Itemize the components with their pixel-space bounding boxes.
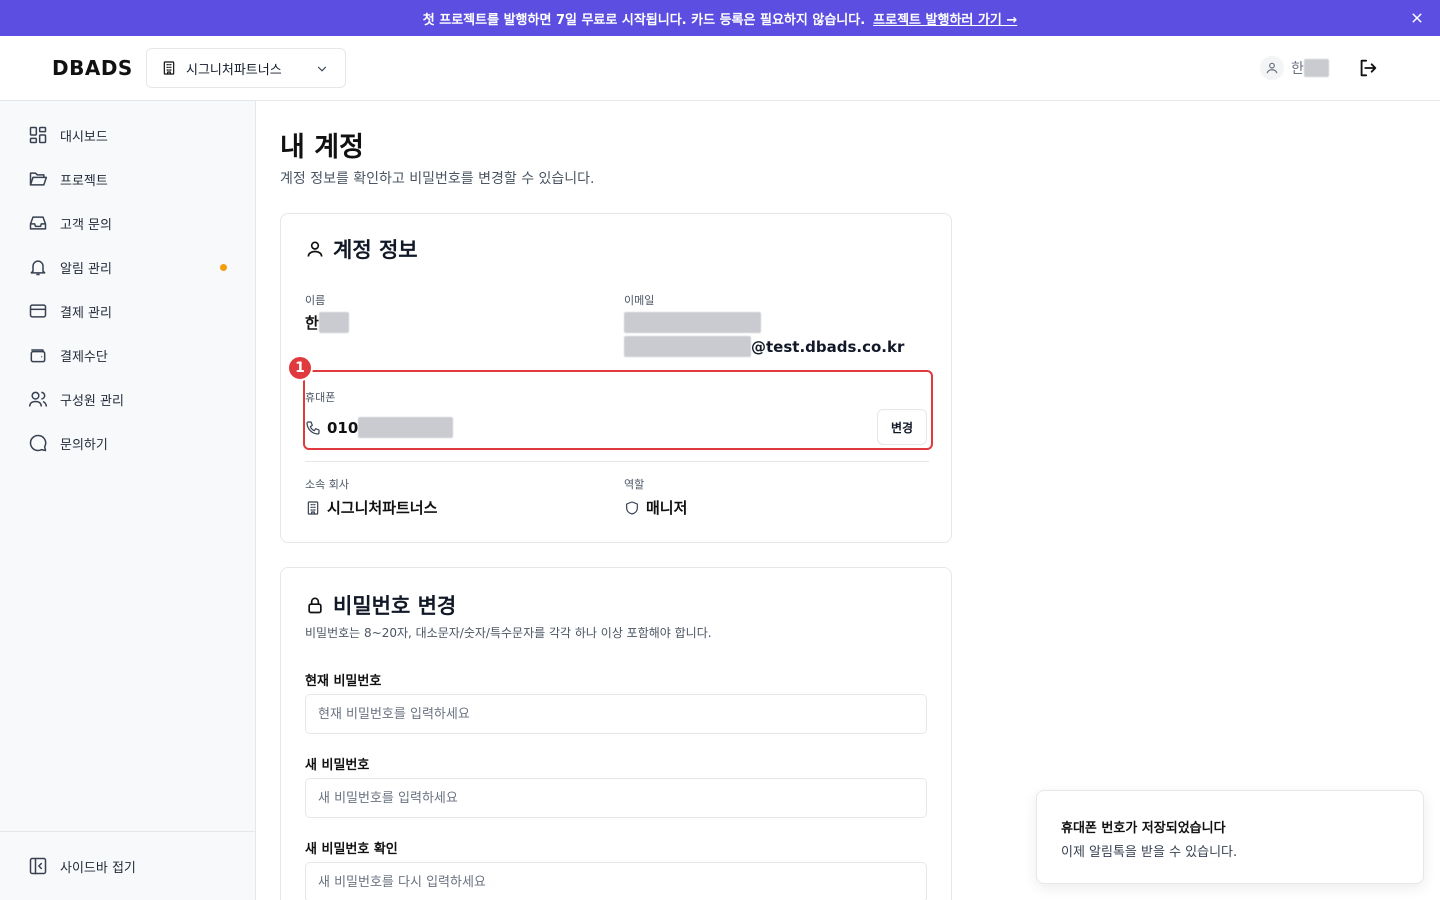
phone-icon: [306, 420, 320, 435]
sidebar-collapse-icon: [29, 857, 47, 875]
role-value: 매니저: [624, 497, 687, 518]
account-info-card: 계정 정보 이름 한 이메일 @test.dbads.co.kr 1 휴대폰 0…: [280, 213, 952, 543]
phone-value: 010: [305, 417, 454, 438]
sidebar-item-label: 대시보드: [60, 129, 108, 145]
new-password-input[interactable]: [305, 778, 927, 818]
company-select[interactable]: 시그니처파트너스: [146, 48, 346, 88]
page-title: 내 계정: [280, 132, 364, 163]
banner-text: 첫 프로젝트를 발행하면 7일 무료로 시작됩니다. 카드 등록은 필요하지 않…: [422, 12, 866, 28]
sidebar-item-billing[interactable]: 결제 관리: [28, 299, 238, 323]
confirm-password-input[interactable]: [305, 862, 927, 900]
avatar: [1260, 56, 1284, 80]
name-value-text: 한: [305, 314, 319, 332]
sidebar-item-label: 문의하기: [60, 437, 108, 453]
sidebar-item-label: 결제 관리: [60, 305, 112, 321]
sidebar-collapse-label: 사이드바 접기: [60, 860, 136, 876]
sidebar-item-payment-methods[interactable]: 결제수단: [28, 343, 238, 367]
toast-description: 이제 알림톡을 받을 수 있습니다.: [1061, 845, 1238, 860]
company-select-value: 시그니처파트너스: [186, 62, 282, 78]
shield-icon: [626, 500, 638, 515]
notification-dot: [220, 264, 227, 271]
redacted-phone: [358, 417, 454, 438]
new-password-label: 새 비밀번호: [305, 758, 370, 773]
user-icon: [1266, 62, 1278, 74]
current-password-input[interactable]: [305, 694, 927, 734]
sidebar: 대시보드 프로젝트 고객 문의 알림 관리 결제 관리 결제수단 구성원 관리 …: [0, 101, 256, 900]
account-info-title-text: 계정 정보: [333, 238, 418, 262]
redacted-email-line1: [624, 312, 761, 333]
password-change-card: 비밀번호 변경 비밀번호는 8~20자, 대소문자/숫자/특수문자를 각각 하나…: [280, 567, 952, 900]
password-rules: 비밀번호는 8~20자, 대소문자/숫자/특수문자를 각각 하나 이상 포함해야…: [305, 626, 712, 640]
password-change-title-text: 비밀번호 변경: [333, 594, 457, 618]
role-value-text: 매니저: [646, 499, 688, 517]
current-password-label: 현재 비밀번호: [305, 674, 382, 689]
user-name-text: 한: [1291, 61, 1304, 77]
sidebar-item-members[interactable]: 구성원 관리: [28, 387, 238, 411]
change-phone-button[interactable]: 변경: [877, 409, 927, 445]
toast-title: 휴대폰 번호가 저장되었습니다: [1061, 821, 1226, 836]
app-logo[interactable]: DBADS: [52, 56, 133, 80]
user-menu[interactable]: 한: [1260, 56, 1329, 80]
company-value-text: 시그니처파트너스: [327, 499, 438, 517]
sidebar-item-contact[interactable]: 문의하기: [28, 431, 238, 455]
promo-banner: 첫 프로젝트를 발행하면 7일 무료로 시작됩니다. 카드 등록은 필요하지 않…: [0, 0, 1440, 36]
user-icon: [307, 241, 323, 257]
main-content: 내 계정 계정 정보를 확인하고 비밀번호를 변경할 수 있습니다. 계정 정보…: [256, 101, 1440, 900]
email-label: 이메일: [624, 294, 655, 307]
lock-icon: [308, 597, 322, 614]
step-badge: 1: [287, 355, 313, 381]
sidebar-item-label: 고객 문의: [60, 217, 112, 233]
confirm-password-label: 새 비밀번호 확인: [305, 842, 398, 857]
company-label: 소속 회사: [305, 478, 349, 491]
building-icon: [163, 61, 175, 75]
sidebar-item-label: 프로젝트: [60, 173, 108, 189]
redacted-name: [318, 312, 349, 333]
dashboard-grid-icon: [29, 126, 47, 144]
logout-icon[interactable]: [1357, 57, 1379, 79]
building-icon: [307, 500, 319, 515]
sidebar-item-dashboard[interactable]: 대시보드: [28, 123, 238, 147]
sidebar-item-notifications[interactable]: 알림 관리: [28, 255, 238, 279]
phone-label: 휴대폰: [305, 391, 336, 404]
sidebar-item-label: 알림 관리: [60, 261, 112, 277]
bell-icon: [30, 260, 46, 276]
redacted-name: [1303, 59, 1329, 77]
inbox-icon: [29, 216, 47, 230]
credit-card-icon: [29, 304, 47, 318]
email-domain: @test.dbads.co.kr: [751, 337, 905, 356]
card-divider: [305, 461, 929, 462]
company-value: 시그니처파트너스: [305, 497, 437, 518]
sidebar-divider: [0, 831, 255, 832]
chat-bubble-icon: [29, 434, 47, 452]
name-label: 이름: [305, 294, 326, 307]
users-icon: [28, 391, 48, 407]
sidebar-item-projects[interactable]: 프로젝트: [28, 167, 238, 191]
name-value: 한: [305, 312, 349, 333]
user-name: 한: [1291, 58, 1329, 78]
password-change-title: 비밀번호 변경: [305, 590, 456, 620]
sidebar-item-label: 결제수단: [60, 349, 108, 365]
chevron-down-icon: [317, 66, 327, 72]
sidebar-item-inquiries[interactable]: 고객 문의: [28, 211, 238, 235]
sidebar-item-label: 구성원 관리: [60, 393, 124, 409]
role-label: 역할: [624, 478, 645, 491]
email-value: @test.dbads.co.kr: [624, 312, 904, 357]
close-icon[interactable]: [1408, 9, 1426, 27]
phone-prefix: 010: [327, 418, 359, 437]
redacted-email-line2: [624, 336, 751, 357]
banner-link[interactable]: 프로젝트 발행하러 가기 →: [873, 9, 1017, 28]
wallet-icon: [30, 349, 46, 363]
sidebar-collapse-button[interactable]: 사이드바 접기: [28, 854, 238, 878]
phone-highlight-box: [303, 370, 933, 450]
account-info-title: 계정 정보: [305, 234, 418, 264]
top-header: DBADS 시그니처파트너스 한: [0, 36, 1440, 101]
success-toast[interactable]: 휴대폰 번호가 저장되었습니다 이제 알림톡을 받을 수 있습니다.: [1036, 790, 1424, 884]
folder-open-icon: [29, 172, 48, 186]
page-description: 계정 정보를 확인하고 비밀번호를 변경할 수 있습니다.: [280, 171, 595, 187]
